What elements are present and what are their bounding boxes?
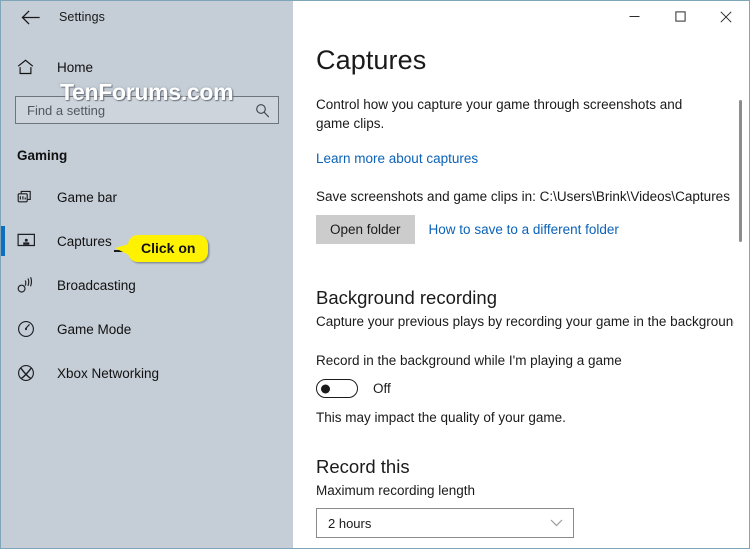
sidebar-item-game-bar-label: Game bar [57, 189, 118, 205]
sidebar-item-home[interactable]: Home [1, 52, 293, 82]
learn-more-link[interactable]: Learn more about captures [316, 151, 478, 166]
sidebar-item-captures[interactable]: Captures [1, 219, 293, 263]
sidebar: Settings Home Find a setting TenForums.c… [1, 1, 293, 548]
sidebar-item-broadcasting-label: Broadcasting [57, 277, 136, 293]
sidebar-item-home-label: Home [57, 59, 94, 75]
sidebar-item-xbox-networking[interactable]: Xbox Networking [1, 351, 293, 395]
sidebar-item-captures-label: Captures [57, 233, 112, 249]
captures-icon [17, 233, 43, 249]
sidebar-item-game-mode-label: Game Mode [57, 321, 132, 337]
window-title: Settings [59, 10, 105, 24]
close-icon[interactable] [703, 1, 749, 32]
minimize-icon[interactable] [611, 1, 657, 32]
save-location-text: Save screenshots and game clips in: C:\U… [316, 189, 730, 205]
different-folder-link[interactable]: How to save to a different folder [429, 222, 619, 237]
game-mode-icon [17, 320, 43, 338]
record-background-toggle[interactable] [316, 379, 358, 399]
content-body: Captures Control how you capture your ga… [293, 1, 749, 539]
toggle-state-label: Off [373, 381, 391, 397]
dropdown-selected-value: 2 hours [328, 515, 372, 531]
chevron-down-icon [550, 519, 563, 527]
background-recording-note: This may impact the quality of your game… [316, 410, 566, 426]
open-folder-button[interactable]: Open folder [316, 215, 415, 245]
sidebar-titlebar: Settings [1, 1, 293, 33]
max-recording-length-label: Maximum recording length [316, 483, 476, 499]
main-content: Captures Control how you capture your ga… [293, 1, 749, 548]
background-recording-description: Capture your previous plays by recording… [316, 314, 745, 330]
sidebar-item-xbox-networking-label: Xbox Networking [57, 365, 160, 381]
record-background-toggle-row: Off [316, 379, 749, 399]
search-input[interactable]: Find a setting [15, 96, 279, 124]
game-bar-icon [17, 189, 43, 206]
sidebar-section-header: Gaming [17, 148, 68, 163]
scrollbar-track[interactable] [734, 32, 747, 548]
background-recording-heading: Background recording [316, 287, 497, 309]
search-icon [255, 103, 270, 118]
search-wrapper: Find a setting [15, 96, 279, 124]
folder-actions-row: Open folder How to save to a different f… [316, 215, 749, 245]
maximize-icon[interactable] [657, 1, 703, 32]
record-background-label: Record in the background while I'm playi… [316, 353, 622, 369]
page-title: Captures [316, 45, 427, 75]
broadcasting-icon [17, 276, 43, 294]
toggle-knob [321, 384, 330, 394]
scrollbar-thumb[interactable] [739, 100, 742, 242]
settings-window: Settings Home Find a setting TenForums.c… [0, 0, 750, 549]
sidebar-item-broadcasting[interactable]: Broadcasting [1, 263, 293, 307]
sidebar-item-game-bar[interactable]: Game bar [1, 175, 293, 219]
back-arrow-icon[interactable] [15, 3, 45, 31]
max-recording-length-dropdown[interactable]: 2 hours [316, 508, 574, 539]
search-placeholder: Find a setting [27, 102, 106, 118]
sidebar-item-game-mode[interactable]: Game Mode [1, 307, 293, 351]
record-this-heading: Record this [316, 456, 410, 478]
sidebar-nav-list: Game bar Captures Broadcasting Game Mode… [1, 175, 293, 395]
home-icon [17, 59, 43, 75]
xbox-icon [17, 364, 43, 382]
window-controls [611, 1, 749, 32]
page-description: Control how you capture your game throug… [316, 97, 683, 132]
selection-indicator [1, 226, 5, 256]
